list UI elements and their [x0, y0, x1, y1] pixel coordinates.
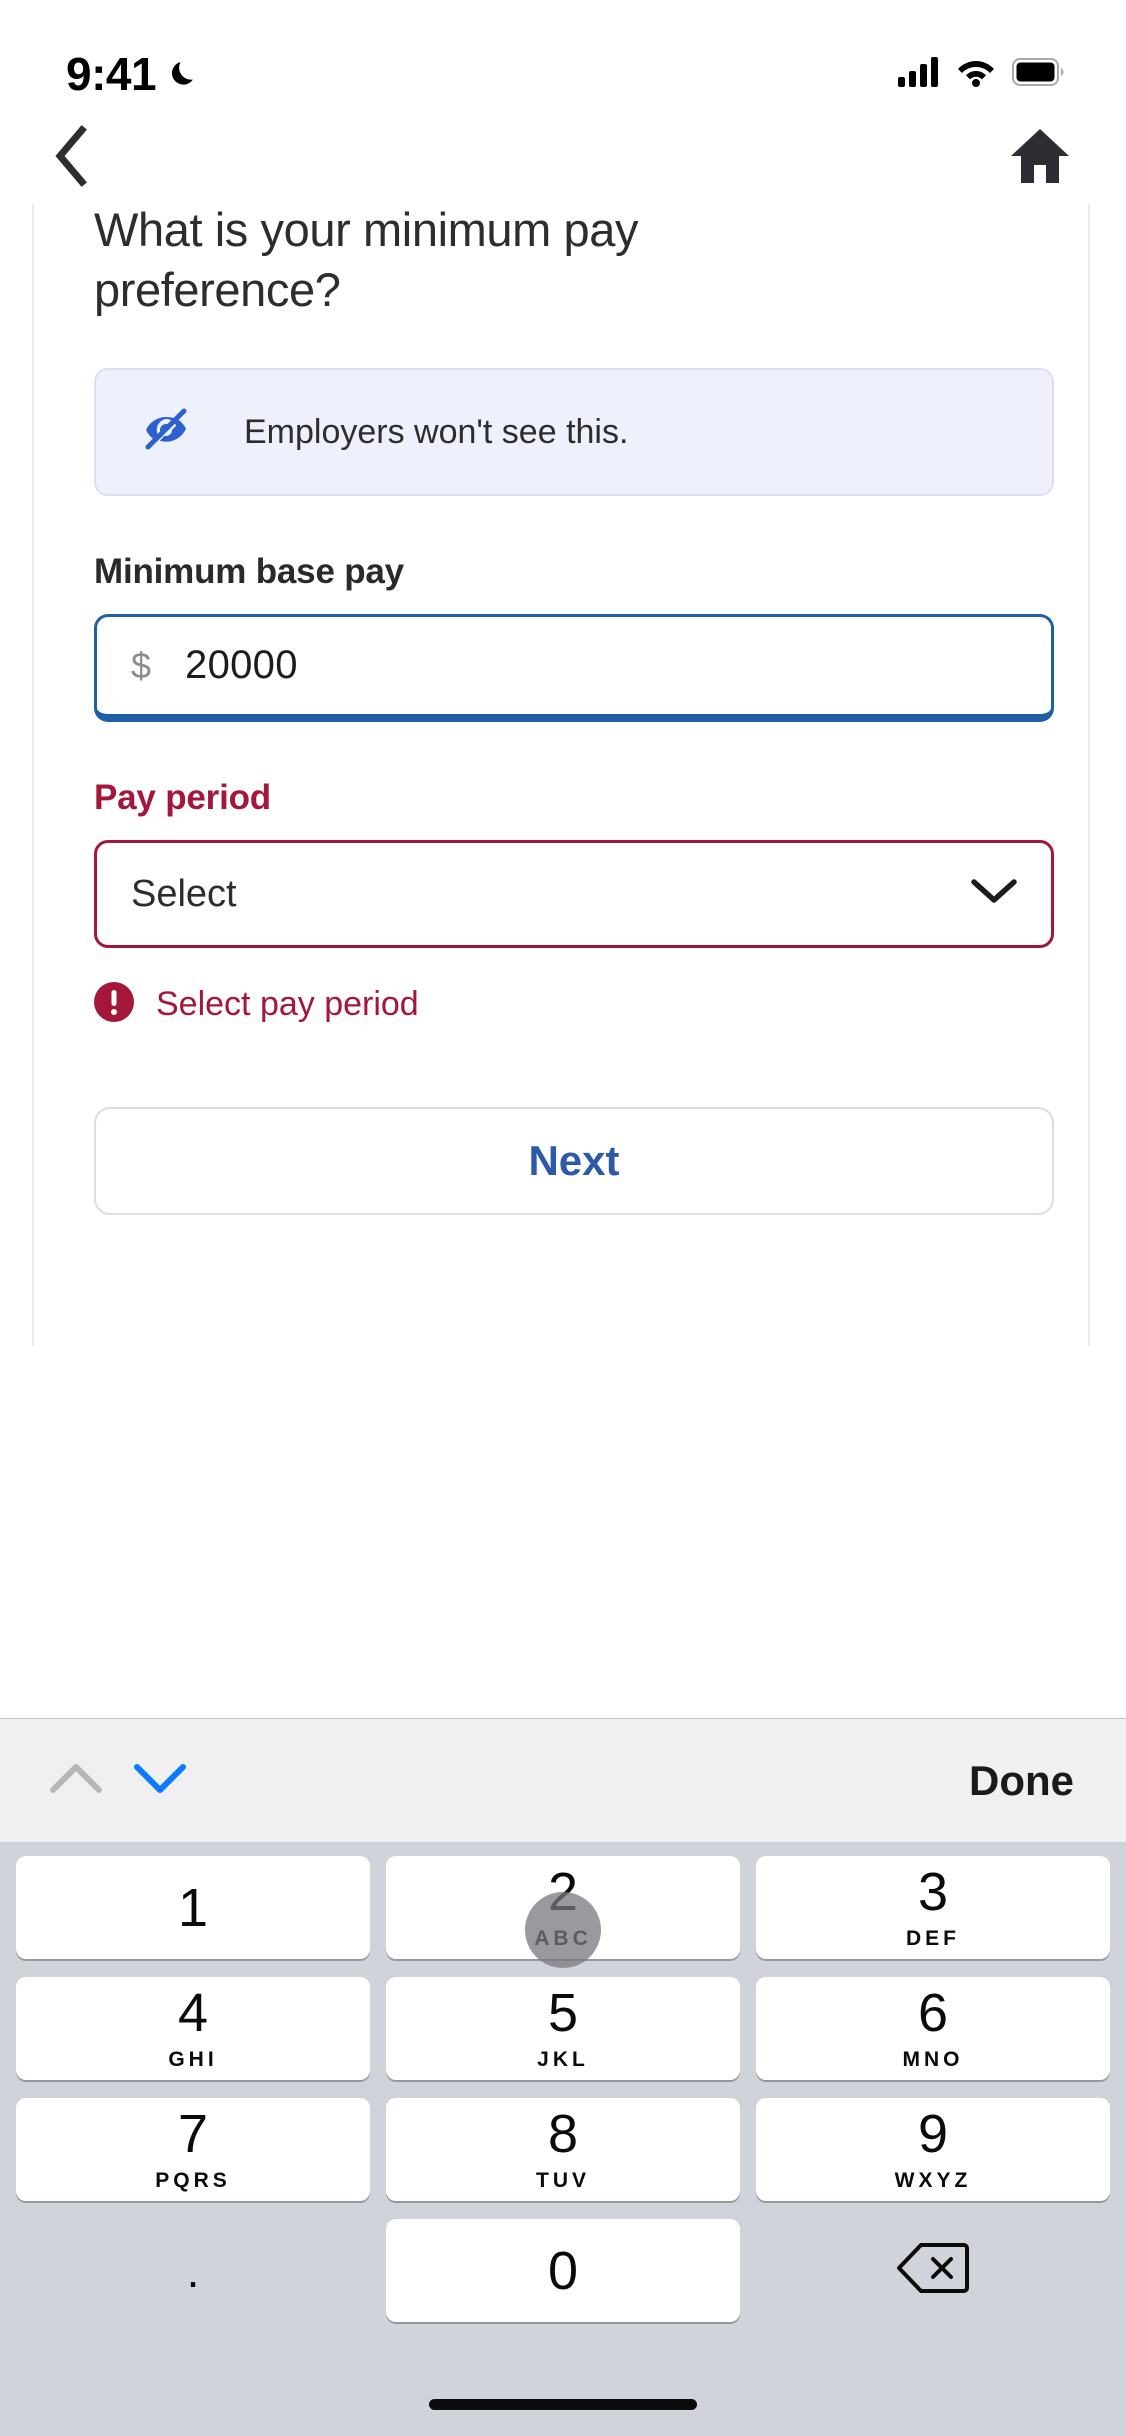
key-7-letters: PQRS [155, 2168, 231, 2192]
key-7-digit: 7 [177, 2103, 209, 2164]
key-5-digit: 5 [547, 1982, 579, 2043]
key-1[interactable]: 1 [16, 1856, 370, 1959]
keypad: 1 2 ABC 3 DEF 4 GHI 5 JKL 6 MN [0, 1842, 1126, 2436]
pay-period-select[interactable]: Select [94, 840, 1054, 949]
chevron-up-icon [48, 1761, 104, 1800]
chevron-down-icon [132, 1761, 188, 1800]
home-button[interactable] [1004, 122, 1076, 194]
currency-prefix: $ [131, 644, 152, 686]
key-4-letters: GHI [168, 2047, 218, 2071]
keypad-row: 7 PQRS 8 TUV 9 WXYZ [8, 2098, 1118, 2201]
content-scroll-area[interactable]: What is your minimum pay preference? Emp… [0, 204, 1126, 1354]
home-indicator [429, 2399, 697, 2410]
next-field-button[interactable] [118, 1739, 202, 1823]
key-9-digit: 9 [917, 2103, 949, 2164]
key-0-digit: 0 [547, 2240, 579, 2301]
status-bar-right [898, 56, 1064, 92]
key-3-letters: DEF [906, 1926, 960, 1950]
numeric-keyboard: Done 1 2 ABC 3 DEF 4 GHI 5 JKL [0, 1718, 1126, 2436]
key-8[interactable]: 8 TUV [386, 2098, 740, 2201]
minimum-base-pay-label: Minimum base pay [94, 552, 404, 592]
pay-period-label: Pay period [94, 778, 271, 818]
key-5-letters: JKL [537, 2047, 589, 2071]
battery-full-icon [1012, 57, 1064, 91]
chevron-down-icon [971, 878, 1017, 911]
eye-slash-icon [140, 404, 192, 461]
keyboard-bottom-space [8, 2340, 1118, 2436]
chevron-left-icon [50, 124, 94, 192]
home-icon [1009, 127, 1071, 190]
key-decimal-label: . [186, 2244, 200, 2297]
pay-period-error-text: Select pay period [156, 985, 419, 1024]
key-8-digit: 8 [547, 2103, 579, 2164]
previous-field-button[interactable] [34, 1739, 118, 1823]
page-title: What is your minimum pay preference? [94, 204, 639, 317]
key-backspace[interactable] [756, 2219, 1110, 2322]
minimum-base-pay-value: 20000 [185, 643, 298, 688]
back-button[interactable] [36, 122, 108, 194]
keypad-row: . 0 [8, 2219, 1118, 2322]
key-4-digit: 4 [177, 1982, 209, 2043]
status-bar-time: 9:41 [66, 48, 157, 100]
key-3-digit: 3 [917, 1861, 949, 1922]
keyboard-done-button[interactable]: Done [969, 1757, 1074, 1805]
minimum-base-pay-input[interactable]: $ 20000 [94, 614, 1054, 723]
status-bar-left: 9:41 [66, 47, 202, 101]
cellular-signal-icon [898, 56, 940, 92]
next-button[interactable]: Next [94, 1107, 1054, 1216]
key-1-digit: 1 [177, 1877, 209, 1938]
key-5[interactable]: 5 JKL [386, 1977, 740, 2080]
status-bar: 9:41 [0, 0, 1126, 112]
key-6-letters: MNO [902, 2047, 964, 2071]
backspace-icon [896, 2241, 970, 2300]
key-3[interactable]: 3 DEF [756, 1856, 1110, 1959]
next-button-label: Next [528, 1137, 620, 1185]
key-decimal[interactable]: . [16, 2219, 370, 2322]
error-circle-icon [94, 982, 134, 1027]
keypad-row: 1 2 ABC 3 DEF [8, 1856, 1118, 1968]
pay-period-error: Select pay period [94, 982, 1058, 1027]
navigation-bar [0, 112, 1126, 204]
privacy-banner-text: Employers won't see this. [244, 412, 629, 451]
key-4[interactable]: 4 GHI [16, 1977, 370, 2080]
touch-indicator [525, 1892, 601, 1968]
form-card: What is your minimum pay preference? Emp… [32, 204, 1090, 1346]
pay-period-field: Pay period Select [94, 778, 1054, 949]
key-9[interactable]: 9 WXYZ [756, 2098, 1110, 2201]
minimum-base-pay-field: Minimum base pay $ 20000 [94, 552, 1054, 723]
keypad-row: 4 GHI 5 JKL 6 MNO [8, 1977, 1118, 2080]
crescent-moon-icon [168, 57, 202, 91]
key-0[interactable]: 0 [386, 2219, 740, 2322]
key-6[interactable]: 6 MNO [756, 1977, 1110, 2080]
keyboard-toolbar: Done [0, 1718, 1126, 1842]
key-8-letters: TUV [536, 2168, 590, 2192]
key-9-letters: WXYZ [894, 2168, 972, 2192]
key-7[interactable]: 7 PQRS [16, 2098, 370, 2201]
key-2[interactable]: 2 ABC [386, 1856, 740, 1968]
pay-period-value: Select [131, 872, 237, 915]
key-6-digit: 6 [917, 1982, 949, 2043]
privacy-banner: Employers won't see this. [94, 368, 1054, 497]
wifi-icon [956, 57, 996, 92]
